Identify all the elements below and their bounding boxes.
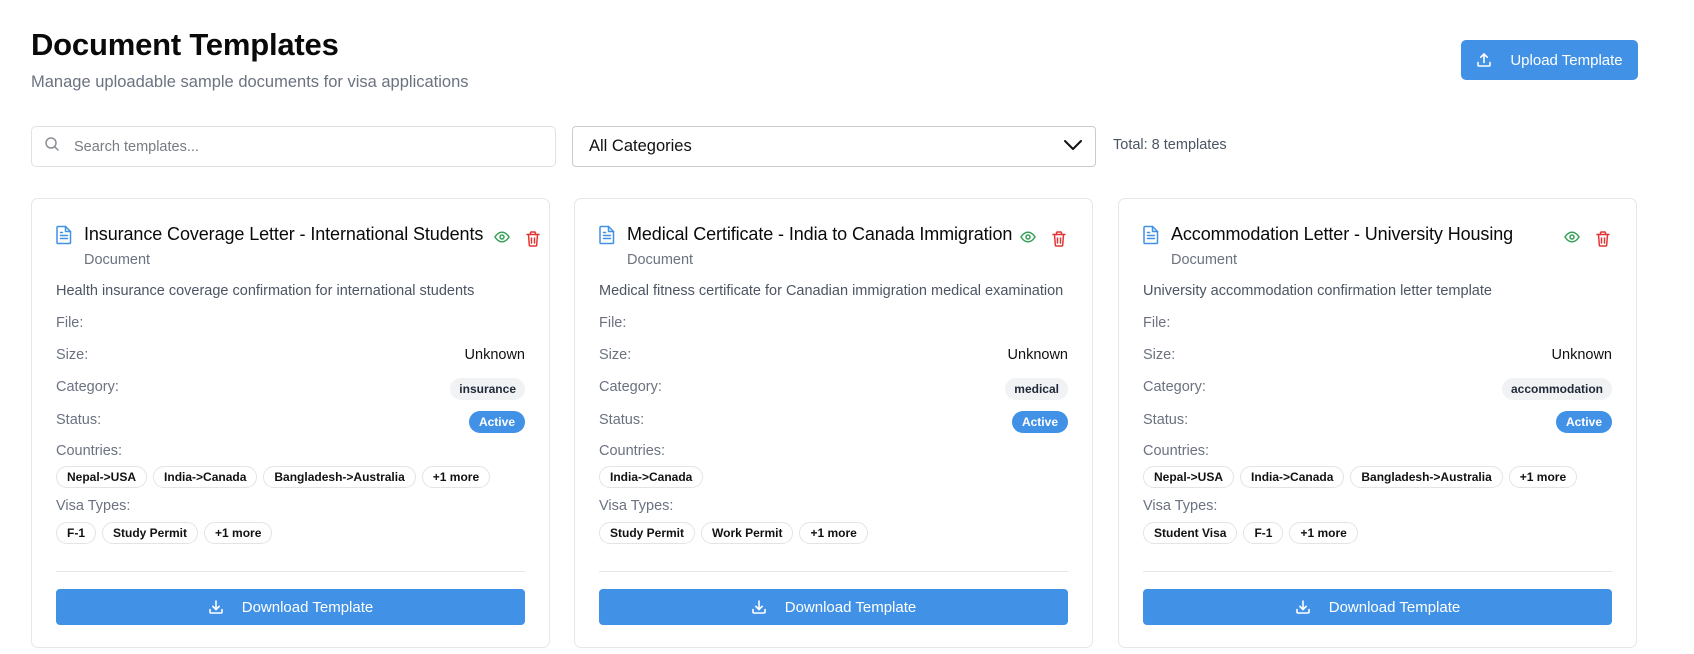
visa-type-chip: Student Visa	[1143, 522, 1238, 544]
chevron-down-icon	[1063, 137, 1083, 156]
template-title: Medical Certificate - India to Canada Im…	[627, 224, 1013, 244]
delete-icon[interactable]	[526, 231, 540, 247]
template-card: Medical Certificate - India to Canada Im…	[574, 198, 1093, 648]
document-icon	[599, 225, 615, 250]
visa-types-label: Visa Types:	[599, 498, 674, 514]
countries-chips: Nepal->USA India->Canada Bangladesh->Austr…	[56, 466, 491, 488]
size-value: Unknown	[1551, 347, 1612, 363]
category-label: Category:	[599, 379, 662, 395]
template-description: University accommodation confirmation le…	[1143, 283, 1492, 299]
country-chip: +1 more	[1508, 466, 1578, 488]
download-icon	[208, 599, 224, 615]
total-templates-count: Total: 8 templates	[1113, 137, 1227, 153]
upload-template-label: Upload Template	[1510, 51, 1623, 69]
countries-label: Countries:	[56, 443, 123, 459]
category-badge: accommodation	[1501, 378, 1612, 400]
file-label: File:	[1143, 315, 1171, 331]
size-label: Size:	[56, 347, 89, 363]
visa-types-chips: Student Visa F-1 +1 more	[1143, 522, 1358, 544]
countries-label: Countries:	[1143, 443, 1210, 459]
download-template-button[interactable]: Download Template	[56, 589, 525, 625]
country-chip: India->Canada	[1240, 466, 1345, 488]
download-template-label: Download Template	[784, 598, 917, 616]
visa-type-chip: Work Permit	[701, 522, 794, 544]
view-icon[interactable]	[1564, 231, 1580, 243]
visa-types-label: Visa Types:	[1143, 498, 1218, 514]
download-template-button[interactable]: Download Template	[599, 589, 1068, 625]
visa-type-chip: F-1	[56, 522, 96, 544]
visa-types-label: Visa Types:	[56, 498, 131, 514]
category-label: Category:	[1143, 379, 1206, 395]
delete-icon[interactable]	[1052, 231, 1066, 247]
delete-icon[interactable]	[1596, 231, 1610, 247]
search-icon	[44, 136, 60, 157]
country-chip: Nepal->USA	[1143, 466, 1235, 488]
template-card: Insurance Coverage Letter - Internationa…	[31, 198, 550, 648]
category-select[interactable]: All Categories	[572, 126, 1096, 167]
download-template-label: Download Template	[1328, 598, 1461, 616]
status-badge: Active	[1011, 411, 1068, 433]
visa-type-chip: +1 more	[799, 522, 868, 544]
category-label: Category:	[56, 379, 119, 395]
document-icon	[56, 225, 72, 250]
template-description: Medical fitness certificate for Canadian…	[599, 283, 1064, 299]
visa-type-chip: +1 more	[1289, 522, 1358, 544]
status-label: Status:	[56, 412, 102, 428]
template-type: Document	[627, 252, 694, 268]
template-card: Accommodation Letter - University Housin…	[1118, 198, 1637, 648]
size-label: Size:	[599, 347, 632, 363]
country-chip: India->Canada	[153, 466, 258, 488]
status-label: Status:	[599, 412, 645, 428]
card-divider	[599, 571, 1068, 572]
view-icon[interactable]	[494, 231, 510, 243]
visa-type-chip: Study Permit	[599, 522, 696, 544]
visa-types-chips: F-1 Study Permit +1 more	[56, 522, 273, 544]
download-icon	[1295, 599, 1311, 615]
country-chip: Nepal->USA	[56, 466, 148, 488]
country-chip: Bangladesh->Australia	[263, 466, 416, 488]
country-chip: +1 more	[421, 466, 491, 488]
size-value: Unknown	[464, 347, 525, 363]
size-value: Unknown	[1007, 347, 1068, 363]
visa-types-chips: Study Permit Work Permit +1 more	[599, 522, 868, 544]
template-type: Document	[84, 252, 151, 268]
download-icon	[751, 599, 767, 615]
country-chip: India->Canada	[599, 466, 704, 488]
status-badge: Active	[468, 411, 525, 433]
download-template-label: Download Template	[241, 598, 374, 616]
template-type: Document	[1171, 252, 1238, 268]
countries-chips: India->Canada	[599, 466, 704, 488]
download-template-button[interactable]: Download Template	[1143, 589, 1612, 625]
visa-type-chip: +1 more	[204, 522, 273, 544]
page-subtitle: Manage uploadable sample documents for v…	[31, 73, 469, 91]
file-label: File:	[599, 315, 627, 331]
card-divider	[1143, 571, 1612, 572]
status-label: Status:	[1143, 412, 1189, 428]
upload-template-button[interactable]: Upload Template	[1461, 40, 1638, 80]
document-icon	[1143, 225, 1159, 250]
template-title: Accommodation Letter - University Housin…	[1171, 224, 1514, 244]
visa-type-chip: F-1	[1243, 522, 1284, 544]
visa-type-chip: Study Permit	[102, 522, 199, 544]
template-title: Insurance Coverage Letter - Internationa…	[84, 224, 484, 244]
search-box	[31, 126, 556, 167]
countries-chips: Nepal->USA India->Canada Bangladesh->Austr…	[1143, 466, 1578, 488]
card-divider	[56, 571, 525, 572]
category-select-value: All Categories	[589, 137, 692, 155]
countries-label: Countries:	[599, 443, 666, 459]
category-badge: insurance	[450, 378, 525, 400]
status-badge: Active	[1555, 411, 1612, 433]
search-input[interactable]	[72, 137, 512, 156]
file-label: File:	[56, 315, 84, 331]
view-icon[interactable]	[1020, 231, 1036, 243]
category-badge: medical	[1005, 378, 1068, 400]
upload-icon	[1476, 52, 1492, 68]
country-chip: Bangladesh->Australia	[1350, 466, 1503, 488]
size-label: Size:	[1143, 347, 1176, 363]
template-description: Health insurance coverage confirmation f…	[56, 283, 475, 299]
page-title: Document Templates	[31, 27, 339, 62]
